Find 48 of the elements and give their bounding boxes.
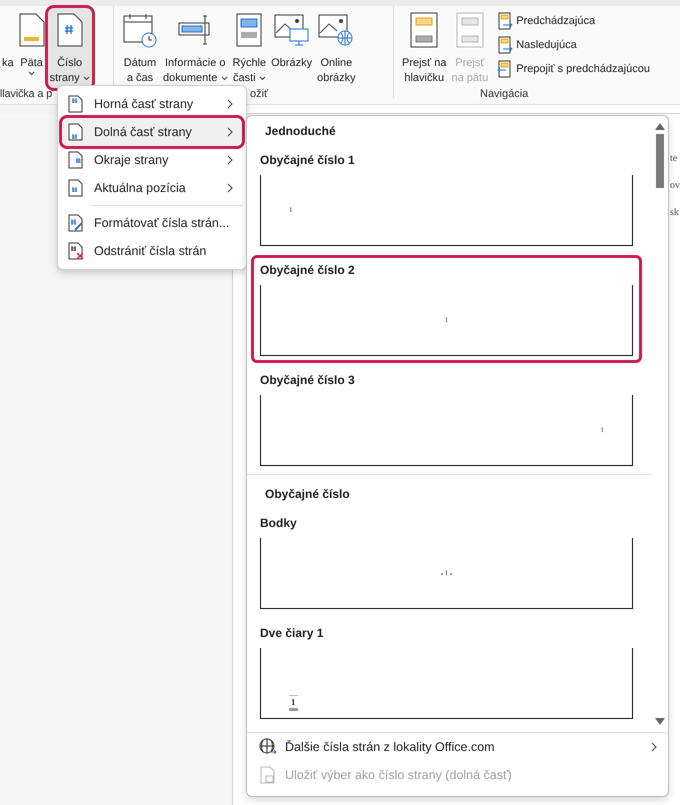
ribbon-button[interactable]: Päta xyxy=(16,8,47,88)
online-pictures-icon xyxy=(318,13,354,47)
menu-item[interactable]: Horná časť strany xyxy=(62,90,242,118)
gallery-menu-item[interactable]: Ďalšie čísla strán z lokality Office.com xyxy=(247,733,668,761)
menu-item[interactable]: Formátovať čísla strán... xyxy=(62,209,242,237)
gallery-category: Jednoduché xyxy=(264,123,337,140)
go-to-footer-icon xyxy=(456,12,484,48)
calendar-clock-icon xyxy=(122,12,158,48)
remove-numbers-icon xyxy=(68,242,84,260)
group-label: llavička a p xyxy=(0,88,52,100)
ribbon-button[interactable]: ka xyxy=(0,8,16,88)
pictures-icon xyxy=(274,13,310,47)
ribbon-small-button[interactable]: Predchádzajúca xyxy=(497,12,650,30)
ribbon-small-button[interactable]: Nasledujúca xyxy=(497,36,650,54)
page-number-sample: 1 xyxy=(289,695,298,711)
go-to-header-icon xyxy=(410,12,438,48)
ribbon-button[interactable]: Číslo strany xyxy=(48,8,92,88)
save-selection-icon xyxy=(259,766,277,784)
document-text: te xyxy=(670,152,678,165)
quick-parts-icon xyxy=(236,13,262,47)
page-number-icon xyxy=(68,95,84,113)
scroll-down-icon xyxy=(655,718,665,726)
ribbon-button[interactable]: Obrázky xyxy=(269,8,314,88)
ribbon-button[interactable]: Rýchle časti xyxy=(230,8,268,88)
ribbon-small-button[interactable]: Prepojiť s predchádzajúcou xyxy=(497,60,650,78)
ribbon-button[interactable]: Online obrázky xyxy=(315,8,358,88)
footer-page-icon xyxy=(18,13,45,47)
menu-item[interactable]: Dolná časť strany xyxy=(62,118,242,146)
menu-item[interactable]: Odstrániť čísla strán xyxy=(62,237,242,265)
previous-section-icon xyxy=(497,12,514,30)
menu-item[interactable]: Aktuálna pozícia xyxy=(62,174,242,202)
page-number-icon xyxy=(68,179,84,197)
next-section-icon xyxy=(497,36,514,54)
page-number-icon xyxy=(68,151,84,169)
link-to-previous-icon xyxy=(497,60,514,78)
numbered-page-icon xyxy=(56,13,83,47)
scroll-thumb[interactable] xyxy=(656,134,664,188)
document-text: ov xyxy=(670,179,680,192)
ribbon-button[interactable]: Prejsť na hlavičku xyxy=(400,8,448,88)
scroll-up-icon xyxy=(655,122,665,130)
globe-icon xyxy=(259,738,277,756)
page-number-icon xyxy=(68,123,84,141)
document-text: sk xyxy=(670,206,680,219)
gallery-category: Obyčajné číslo xyxy=(247,474,652,507)
menu-item[interactable]: Okraje strany xyxy=(62,146,242,174)
format-numbers-icon xyxy=(68,214,84,232)
group-label: Navigácia xyxy=(480,88,528,100)
group-label: ožiť xyxy=(250,88,268,100)
